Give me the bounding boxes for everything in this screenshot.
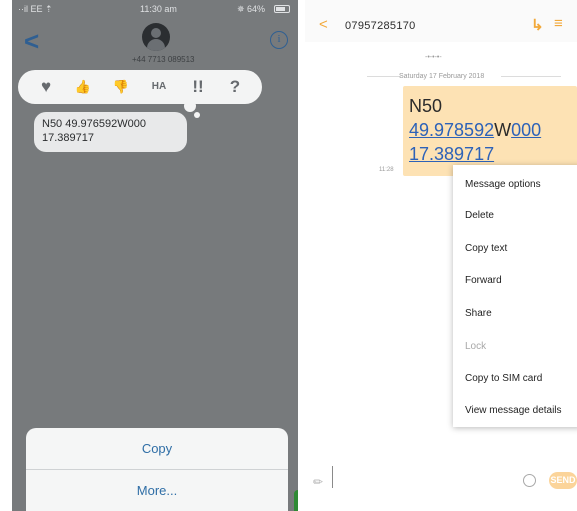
message-bubble[interactable]: N50 49.976592W000 17.389717 — [34, 112, 187, 152]
contact-avatar[interactable] — [142, 23, 170, 51]
thumbs-up-icon[interactable]: 👍 — [71, 76, 95, 98]
status-time: 11:30 am — [140, 4, 177, 14]
conversation-header: < 07957285170 ↳ ≡ — [305, 0, 577, 42]
battery-icon — [274, 5, 290, 13]
menu-item-lock: Lock — [465, 341, 487, 352]
date-label: Saturday 17 February 2018 — [399, 73, 485, 80]
more-button[interactable]: More... — [26, 470, 288, 511]
message-link[interactable]: 49.978592 — [409, 120, 494, 140]
signal-indicator: ··il EE ⇡ — [18, 4, 53, 14]
menu-item-share[interactable]: Share — [465, 308, 492, 319]
emoji-icon[interactable] — [523, 474, 536, 487]
back-chevron-icon[interactable]: < — [24, 28, 39, 54]
menu-item-copy-to-sim[interactable]: Copy to SIM card — [465, 373, 542, 384]
message-text: N50 — [409, 96, 443, 116]
compose-area[interactable] — [305, 448, 577, 488]
conversation-title: 07957285170 — [345, 20, 416, 32]
question-icon[interactable]: ? — [223, 76, 247, 98]
menu-item-delete[interactable]: Delete — [465, 210, 494, 221]
exclamation-icon[interactable]: !! — [186, 76, 210, 98]
tapback-bar: ♥ 👍 👎 HA !! ? — [18, 70, 262, 118]
battery-percent: ✵ 64% — [237, 4, 266, 14]
menu-item-message-options[interactable]: Message options — [465, 179, 541, 190]
avatar-head — [151, 28, 161, 38]
contact-number[interactable]: +44 7713 089513 — [132, 55, 195, 64]
avatar-body — [147, 39, 165, 51]
message-link[interactable]: 000 — [511, 120, 541, 140]
message-time: 11:28 — [379, 167, 394, 173]
haha-icon[interactable]: HA — [147, 76, 171, 98]
call-icon[interactable]: ↳ — [531, 16, 544, 34]
divider-line — [367, 76, 401, 77]
send-button[interactable]: SEND — [549, 472, 577, 489]
thumbs-down-icon[interactable]: 👎 — [109, 76, 133, 98]
ios-screen: ··il EE ⇡ 11:30 am ✵ 64% < +44 7713 0895… — [12, 0, 298, 511]
heart-icon[interactable]: ♥ — [34, 76, 58, 98]
menu-item-forward[interactable]: Forward — [465, 275, 502, 286]
info-icon[interactable]: i — [270, 31, 288, 49]
menu-item-view-details[interactable]: View message details — [465, 405, 562, 416]
copy-button[interactable]: Copy — [26, 428, 288, 469]
context-menu: Message options Delete Copy text Forward… — [453, 165, 577, 427]
text-cursor — [332, 466, 333, 488]
attach-icon[interactable]: ✏ — [313, 475, 323, 489]
android-screen: < 07957285170 ↳ ≡ -•-•-•- Saturday 17 Fe… — [305, 0, 577, 511]
date-divider: -•-•-•- — [425, 54, 442, 61]
back-arrow-icon[interactable]: < — [319, 17, 328, 32]
divider-line — [501, 76, 561, 77]
action-sheet: Copy More... — [26, 428, 288, 511]
menu-icon[interactable]: ≡ — [554, 15, 563, 32]
ios-status-bar: ··il EE ⇡ 11:30 am ✵ 64% — [12, 0, 298, 18]
message-bubble[interactable]: N50 49.978592W000 17.389717 — [403, 86, 577, 176]
menu-item-copy-text[interactable]: Copy text — [465, 243, 507, 254]
tapback-tail-dot — [194, 112, 200, 118]
message-link[interactable]: 17.389717 — [409, 144, 494, 164]
tapback-tail — [184, 100, 196, 112]
app-icon-fragment — [294, 490, 298, 511]
message-text: W — [494, 120, 512, 140]
